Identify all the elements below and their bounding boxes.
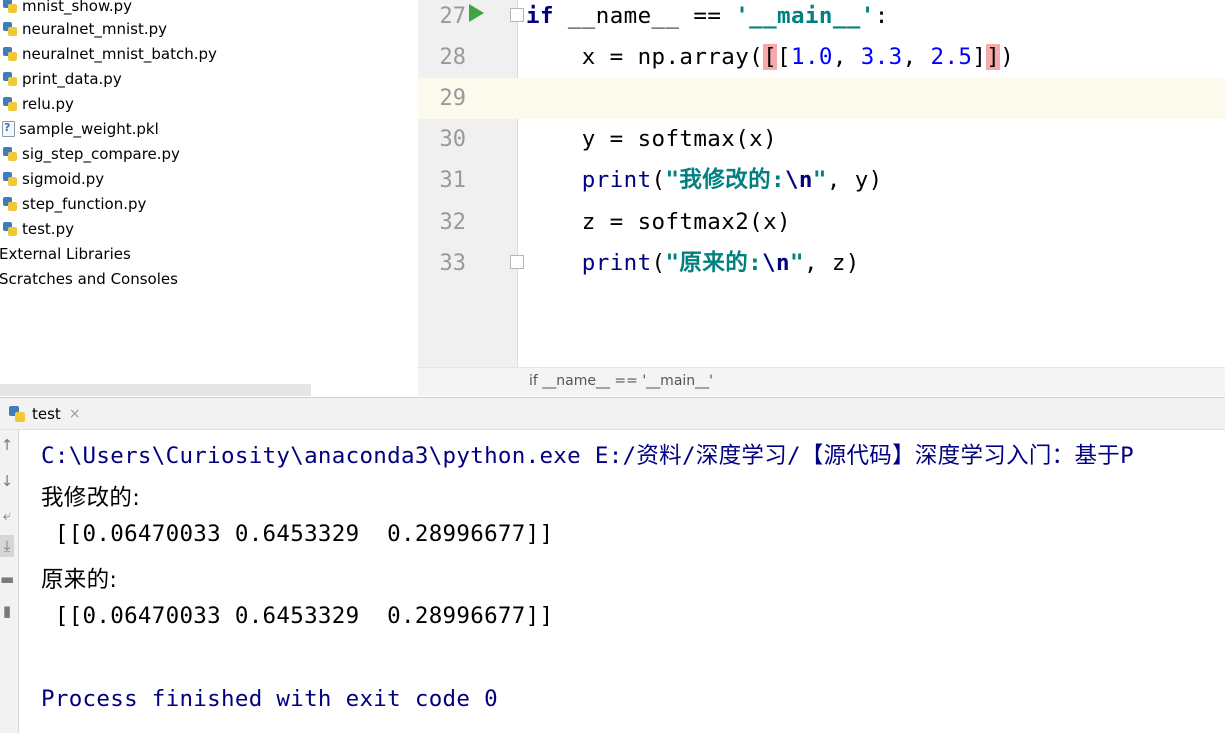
tree-item-sig-step-compare[interactable]: sig_step_compare.py: [2, 141, 180, 166]
code-line-28[interactable]: 28 x = np.array([[1.0, 3.3, 2.5]]): [418, 37, 1225, 78]
code-text: print("原来的:\n", z): [581, 250, 860, 276]
python-file-icon: [2, 46, 18, 62]
python-run-icon: [8, 405, 26, 423]
code-text: x = np.array([[1.0, 3.3, 2.5]]): [526, 44, 1015, 70]
tree-item-label: Scratches and Consoles: [0, 269, 178, 288]
tree-item-relu[interactable]: relu.py: [2, 91, 74, 116]
line-number: 33: [439, 251, 467, 276]
console-output-line: [[0.06470033 0.6453329 0.28996677]]: [41, 603, 554, 629]
breadcrumb-item[interactable]: if __name__ == '__main__': [529, 373, 713, 389]
arrow-down-icon[interactable]: ↓: [0, 470, 14, 492]
python-file-icon: [2, 96, 18, 112]
code-line-29-current[interactable]: 29: [418, 78, 1225, 119]
tree-item-scratches-consoles[interactable]: Scratches and Consoles: [0, 266, 178, 291]
console-output-line: [[0.06470033 0.6453329 0.28996677]]: [41, 521, 554, 547]
arrow-up-icon[interactable]: ↑: [0, 434, 14, 456]
run-toolbar: ↑ ↓ ⤶ ⤓ ▬ ▮: [0, 430, 19, 733]
unknown-file-icon: ?: [2, 120, 15, 137]
tree-item-label: mnist_show.py: [22, 0, 133, 15]
line-number: 27: [439, 4, 467, 29]
code-line-27[interactable]: 27 if __name__ == '__main__':: [418, 0, 1225, 37]
tree-item-label: sig_step_compare.py: [22, 144, 180, 163]
scroll-to-end-icon[interactable]: ⤓: [0, 535, 14, 557]
tree-item-neuralnet-mnist[interactable]: neuralnet_mnist.py: [2, 16, 167, 41]
tree-horizontal-scrollbar[interactable]: [0, 384, 311, 396]
line-number: 32: [439, 210, 467, 235]
print-icon[interactable]: ▬: [0, 568, 14, 590]
tree-item-sigmoid[interactable]: sigmoid.py: [2, 166, 104, 191]
tab-label: test: [32, 405, 61, 423]
console-command-line: C:\Users\Curiosity\anaconda3\python.exe …: [41, 443, 1134, 469]
tree-item-label: sigmoid.py: [22, 169, 105, 188]
code-text: z = softmax2(x): [526, 209, 791, 235]
tree-item-label: print_data.py: [22, 69, 122, 88]
python-file-icon: [2, 171, 18, 187]
tree-item-external-libraries[interactable]: External Libraries: [0, 241, 131, 266]
run-gutter-icon[interactable]: [469, 4, 484, 22]
line-number: 30: [439, 127, 467, 152]
run-console-output[interactable]: C:\Users\Curiosity\anaconda3\python.exe …: [19, 430, 1225, 733]
python-file-icon: [2, 71, 18, 87]
tree-item-label: neuralnet_mnist_batch.py: [22, 44, 217, 63]
fold-end-marker-icon[interactable]: [510, 255, 524, 269]
tree-item-neuralnet-mnist-batch[interactable]: neuralnet_mnist_batch.py: [2, 41, 217, 66]
tree-item-label: test.py: [22, 219, 74, 238]
line-number: 31: [439, 168, 467, 193]
breadcrumb[interactable]: if __name__ == '__main__': [418, 367, 1225, 396]
tree-item-label: step_function.py: [22, 194, 147, 213]
tree-item-sample-weight[interactable]: ? sample_weight.pkl: [2, 116, 159, 141]
tree-item-label: neuralnet_mnist.py: [22, 19, 168, 38]
console-output-line: 我修改的:: [41, 485, 141, 511]
python-file-icon: [2, 196, 18, 212]
code-line-30[interactable]: 30 y = softmax(x): [418, 119, 1225, 160]
code-text: y = softmax(x): [526, 126, 778, 152]
code-editor[interactable]: 27 if __name__ == '__main__': 28 x = np.…: [418, 0, 1225, 396]
python-file-icon: [2, 21, 18, 37]
tree-item-test[interactable]: test.py: [2, 216, 74, 241]
close-icon[interactable]: ×: [69, 406, 81, 422]
trash-icon[interactable]: ▮: [0, 600, 14, 622]
project-tree: mnist_show.py neuralnet_mnist.py neuraln…: [0, 0, 418, 396]
run-tool-window-header: test ×: [0, 397, 1225, 430]
python-file-icon: [2, 146, 18, 162]
code-line-31[interactable]: 31 print("我修改的:\n", y): [418, 160, 1225, 201]
tree-item-print-data[interactable]: print_data.py: [2, 66, 122, 91]
python-file-icon: [2, 221, 18, 237]
soft-wrap-icon[interactable]: ⤶: [0, 504, 14, 526]
tree-item-label: External Libraries: [0, 244, 131, 263]
line-number: 28: [439, 45, 467, 70]
tab-run-test[interactable]: test ×: [8, 403, 81, 425]
code-line-33[interactable]: 33 print("原来的:\n", z): [418, 243, 1225, 284]
line-number: 29: [439, 86, 467, 111]
console-output-line: 原来的:: [41, 567, 118, 593]
code-text: if __name__ == '__main__':: [526, 3, 889, 29]
console-exit-line: Process finished with exit code 0: [41, 686, 498, 712]
code-line-32[interactable]: 32 z = softmax2(x): [418, 202, 1225, 243]
tree-item-label: sample_weight.pkl: [19, 119, 159, 138]
tree-item-label: relu.py: [22, 94, 74, 113]
python-file-icon: [2, 0, 18, 14]
fold-marker-icon[interactable]: [510, 8, 524, 22]
code-text: print("我修改的:\n", y): [581, 167, 883, 193]
tree-item-step-function[interactable]: step_function.py: [2, 191, 146, 216]
